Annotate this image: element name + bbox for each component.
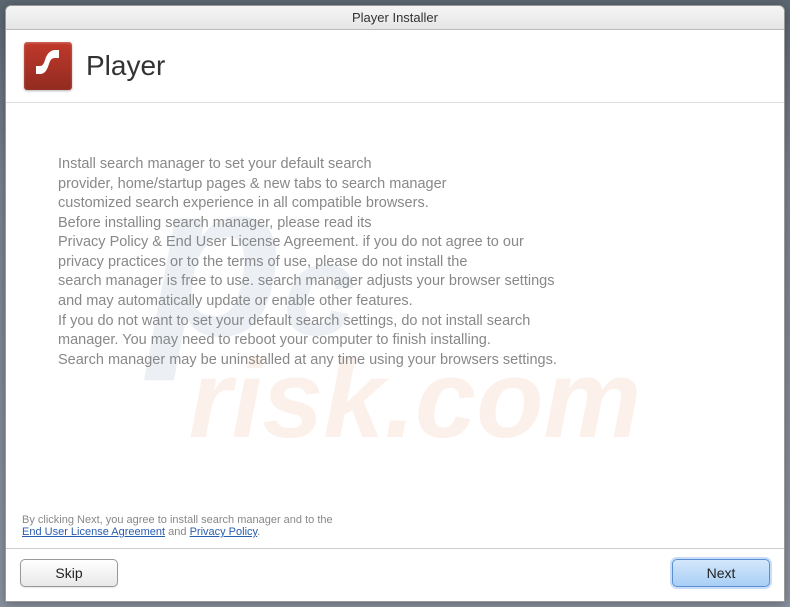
footer-and: and <box>165 526 189 538</box>
body-text: Install search manager to set your defau… <box>58 155 704 370</box>
window-title: Player Installer <box>352 10 438 25</box>
installer-window: Player Installer Player p c risk.com Ins… <box>5 5 785 602</box>
header: Player <box>6 30 784 103</box>
titlebar: Player Installer <box>6 6 784 30</box>
eula-link[interactable]: End User License Agreement <box>22 526 165 538</box>
button-bar: Skip Next <box>6 549 784 601</box>
privacy-link[interactable]: Privacy Policy <box>190 526 258 538</box>
app-title: Player <box>86 50 165 82</box>
footer-note: By clicking Next, you agree to install s… <box>6 508 784 548</box>
flash-icon <box>24 42 72 90</box>
next-button[interactable]: Next <box>672 559 770 587</box>
content-area: p c risk.com Install search manager to s… <box>6 103 784 508</box>
footer-suffix: . <box>257 526 260 538</box>
footer-prefix: By clicking Next, you agree to install s… <box>22 514 333 526</box>
skip-button[interactable]: Skip <box>20 559 118 587</box>
